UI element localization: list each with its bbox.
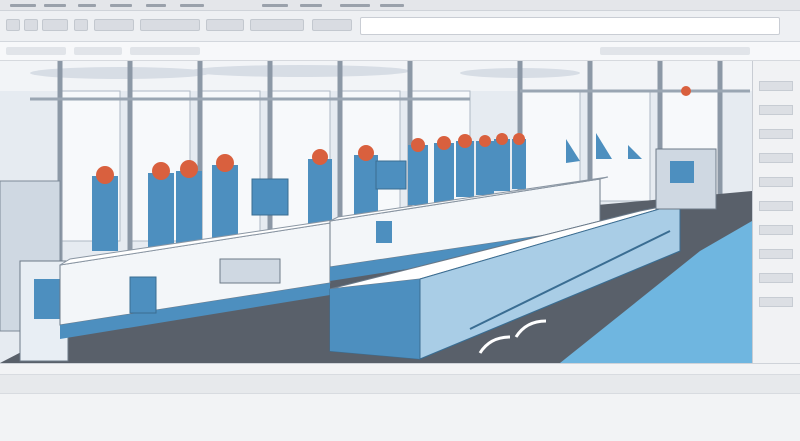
factory-illustration-icon [0,61,752,363]
toolbar-button[interactable] [140,19,200,31]
menu-dash[interactable] [44,4,66,7]
panel-item[interactable] [759,81,793,91]
panel-item[interactable] [759,273,793,283]
menu-dash[interactable] [110,4,132,7]
panel-item[interactable] [759,177,793,187]
toolbar-button[interactable] [250,19,304,31]
canvas-viewport[interactable] [0,61,752,363]
panel-item[interactable] [759,201,793,211]
tab[interactable] [6,47,66,55]
menu-dash[interactable] [78,4,96,7]
tab[interactable] [600,47,750,55]
toolbar-button[interactable] [74,19,88,31]
toolbar-button[interactable] [312,19,352,31]
toolbar-button[interactable] [24,19,38,31]
panel-item[interactable] [759,297,793,307]
menu-dash[interactable] [380,4,404,7]
panel-item[interactable] [759,105,793,115]
tab-strip [0,42,800,61]
panel-item[interactable] [759,249,793,259]
tab[interactable] [130,47,200,55]
toolbar-button[interactable] [42,19,68,31]
toolbar [0,11,800,42]
menu-dash[interactable] [262,4,288,7]
menu-dash[interactable] [10,4,36,7]
tab[interactable] [74,47,122,55]
toolbar-button[interactable] [6,19,20,31]
menu-dash[interactable] [146,4,166,7]
toolbar-button[interactable] [206,19,244,31]
status-bar [0,363,800,441]
horizontal-scrollbar[interactable] [0,374,800,394]
address-field[interactable] [360,17,780,35]
toolbar-button[interactable] [94,19,134,31]
panel-item[interactable] [759,129,793,139]
menu-dash[interactable] [340,4,370,7]
panel-item[interactable] [759,153,793,163]
window-title-bar [0,0,800,11]
menu-dash[interactable] [180,4,204,7]
right-side-panel [752,61,800,363]
panel-item[interactable] [759,225,793,235]
menu-dash[interactable] [300,4,322,7]
